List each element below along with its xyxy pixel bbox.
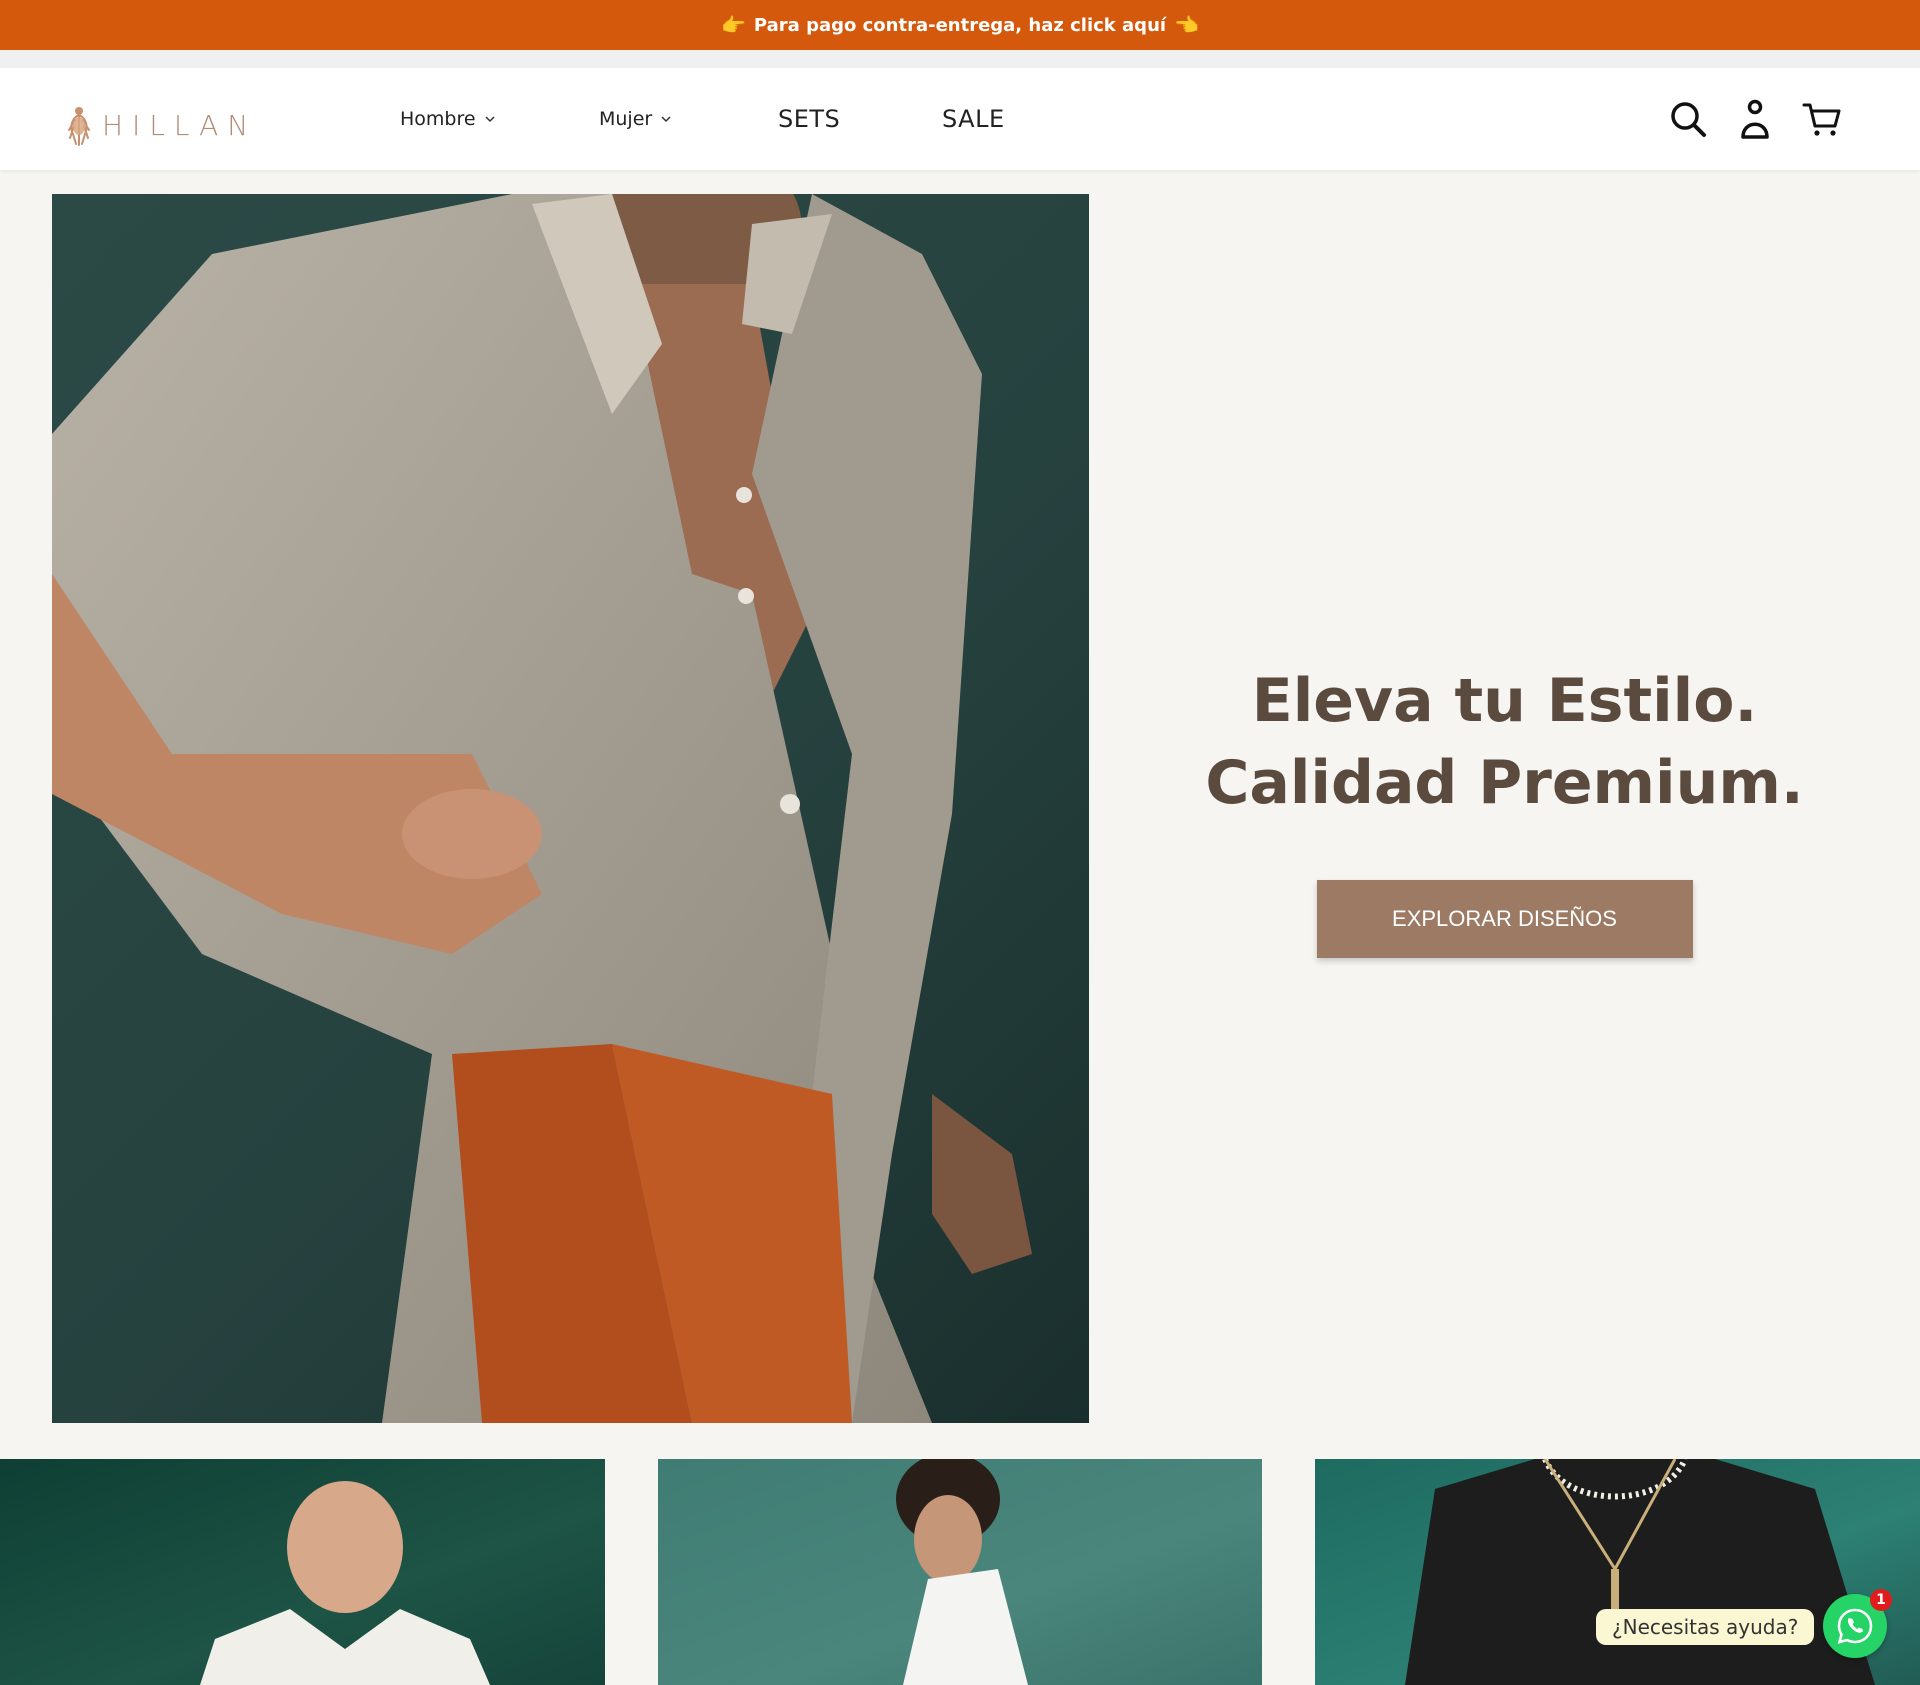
nav-sale-label: SALE bbox=[942, 105, 1005, 133]
chevron-down-icon bbox=[661, 116, 671, 123]
nav-sets[interactable]: SETS bbox=[778, 68, 840, 170]
hero-content: Eleva tu Estilo. Calidad Premium. EXPLOR… bbox=[1089, 194, 1920, 1423]
nav-sets-label: SETS bbox=[778, 105, 841, 133]
account-icon[interactable] bbox=[1735, 98, 1775, 140]
announcement-bar[interactable]: 👉 Para pago contra-entrega, haz click aq… bbox=[0, 0, 1920, 50]
header-spacer bbox=[0, 50, 1920, 68]
hero-photo-illustration bbox=[52, 194, 1032, 1423]
site-header: HILLAN Hombre Mujer SETS SALE bbox=[0, 68, 1920, 170]
category-tile-1[interactable] bbox=[0, 1459, 605, 1685]
pointing-right-emoji: 👉 bbox=[721, 13, 746, 37]
tile-2-photo bbox=[896, 1459, 1028, 1685]
brand-logo[interactable]: HILLAN bbox=[64, 104, 257, 146]
category-tile-3[interactable] bbox=[1315, 1459, 1920, 1685]
tile-1-photo bbox=[200, 1481, 490, 1685]
nav-mujer-label: Mujer bbox=[599, 108, 653, 130]
explore-designs-button[interactable]: EXPLORAR DISEÑOS bbox=[1316, 879, 1693, 958]
pointing-left-emoji: 👈 bbox=[1174, 13, 1199, 37]
search-icon[interactable] bbox=[1668, 98, 1708, 140]
hero-title-line2: Calidad Premium. bbox=[1205, 747, 1804, 818]
whatsapp-help-bubble[interactable]: ¿Necesitas ayuda? bbox=[1596, 1609, 1815, 1645]
cart-icon[interactable] bbox=[1802, 98, 1842, 140]
nav-sale[interactable]: SALE bbox=[942, 68, 1005, 170]
tile-3-photo bbox=[1405, 1459, 1875, 1685]
category-tile-2[interactable] bbox=[658, 1459, 1262, 1685]
hero-image bbox=[52, 194, 1089, 1423]
whatsapp-icon bbox=[1837, 1608, 1873, 1644]
nav-hombre[interactable]: Hombre bbox=[400, 68, 496, 170]
nav-mujer[interactable]: Mujer bbox=[599, 68, 672, 170]
chevron-down-icon bbox=[485, 116, 495, 123]
nav-hombre-label: Hombre bbox=[400, 108, 476, 130]
announcement-text[interactable]: Para pago contra-entrega, haz click aquí bbox=[754, 15, 1166, 36]
notification-badge: 1 bbox=[1870, 1589, 1892, 1611]
hero-title-line1: Eleva tu Estilo. bbox=[1251, 665, 1758, 736]
logo-icon bbox=[68, 107, 90, 146]
brand-name: HILLAN bbox=[102, 108, 258, 142]
hero-title: Eleva tu Estilo. Calidad Premium. bbox=[1205, 660, 1803, 824]
